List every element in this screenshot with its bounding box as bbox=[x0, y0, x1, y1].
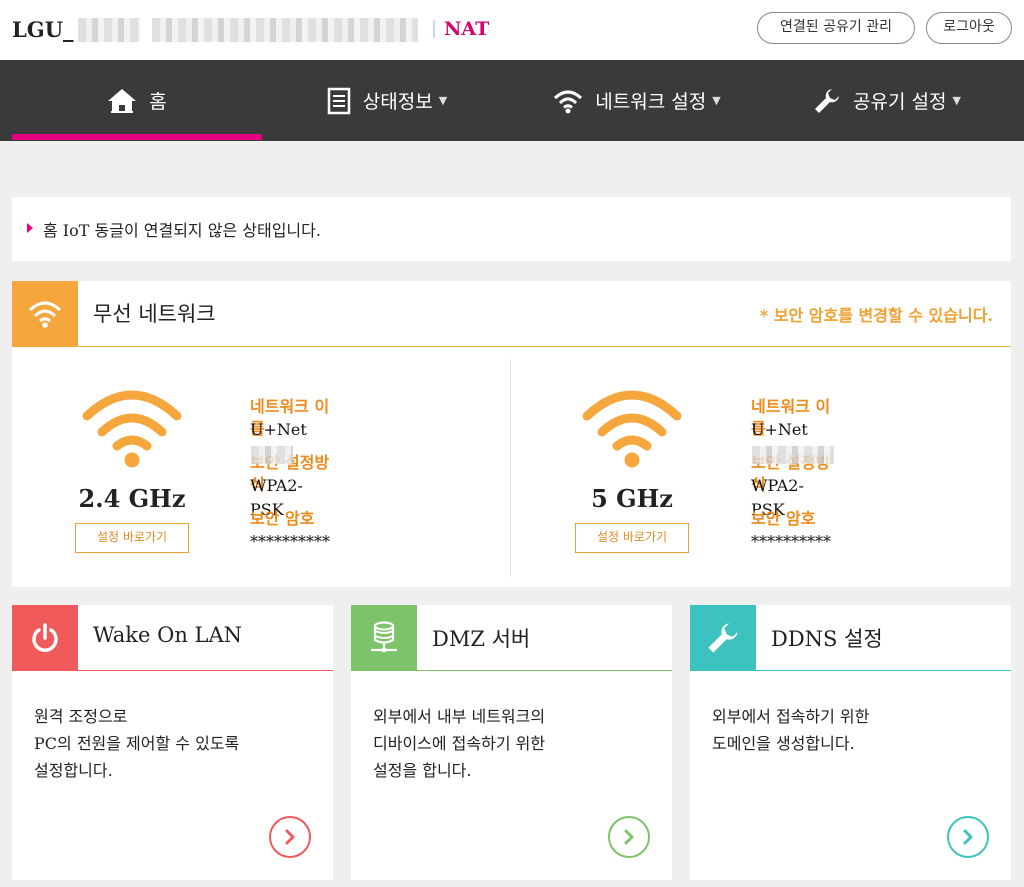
nav-label: 홈 bbox=[149, 91, 167, 113]
network-name-value: U+Net bbox=[250, 418, 330, 464]
wrench-icon bbox=[815, 88, 840, 113]
password-value: ********** bbox=[751, 532, 831, 551]
iot-notice: 홈 IoT 동글이 연결되지 않은 상태입니다. bbox=[12, 197, 1011, 261]
wireless-icon-box bbox=[12, 281, 78, 347]
chevron-right-icon bbox=[624, 829, 634, 845]
card-header: DMZ 서버 bbox=[351, 605, 672, 671]
chevron-right-icon bbox=[285, 829, 295, 845]
card-ddns: DDNS 설정 외부에서 접속하기 위한 도메인을 생성합니다. bbox=[690, 605, 1011, 880]
wireless-panel: 무선 네트워크 * 보안 암호를 변경할 수 있습니다. 2.4 GHz 설정 … bbox=[12, 281, 1011, 587]
nav-item-network[interactable]: 네트워크 설정 ▼ bbox=[512, 60, 762, 141]
card-description: 외부에서 접속하기 위한 도메인을 생성합니다. bbox=[712, 707, 870, 753]
band-divider bbox=[510, 359, 511, 577]
wireless-hint: * 보안 암호를 변경할 수 있습니다. bbox=[759, 306, 993, 325]
band-info: 네트워크 이름 U+Net 보안 설정방식 WPA2-PSK 보안 암호 ***… bbox=[751, 396, 834, 564]
network-name-label: 네트워크 이름 bbox=[751, 397, 831, 438]
card-dmz-server: DMZ 서버 외부에서 내부 네트워크의 디바이스에 접속하기 위한 설정을 합… bbox=[351, 605, 672, 880]
password-label: 보안 암호 bbox=[751, 509, 816, 528]
band-frequency: 5 GHz bbox=[591, 484, 673, 513]
wifi-icon bbox=[554, 90, 583, 113]
card-go-button[interactable] bbox=[608, 816, 650, 858]
card-description: 원격 조정으로 PC의 전원을 제어할 수 있도록 설정합니다. bbox=[34, 707, 240, 780]
card-go-button[interactable] bbox=[947, 816, 989, 858]
card-go-button[interactable] bbox=[269, 816, 311, 858]
home-icon bbox=[108, 88, 137, 113]
main-nav: 홈 상태정보 ▼ 네트워크 설정 ▼ 공유기 설정 ▼ bbox=[0, 60, 1024, 141]
notice-text: 홈 IoT 동글이 연결되지 않은 상태입니다. bbox=[43, 221, 321, 240]
manage-router-button[interactable]: 연결된 공유기 관리 bbox=[757, 12, 915, 44]
card-header: DDNS 설정 bbox=[690, 605, 1011, 671]
network-name-label: 네트워크 이름 bbox=[250, 397, 330, 438]
nav-item-router[interactable]: 공유기 설정 ▼ bbox=[762, 60, 1012, 141]
wifi-icon bbox=[582, 390, 682, 468]
nav-item-status[interactable]: 상태정보 ▼ bbox=[262, 60, 512, 141]
card-title: Wake On LAN bbox=[93, 623, 243, 647]
card-icon-box bbox=[351, 605, 417, 671]
logout-button[interactable]: 로그아웃 bbox=[926, 12, 1012, 44]
chevron-down-icon: ▼ bbox=[952, 94, 961, 107]
password-value: ********** bbox=[250, 532, 330, 551]
redacted-text bbox=[152, 18, 418, 42]
wireless-title: 무선 네트워크 bbox=[93, 302, 216, 326]
card-icon-box bbox=[12, 605, 78, 671]
chevron-right-icon bbox=[963, 829, 973, 845]
nat-mode-label: NAT bbox=[444, 18, 490, 40]
document-icon bbox=[327, 87, 351, 114]
nav-item-home[interactable]: 홈 bbox=[12, 60, 262, 141]
password-label: 보안 암호 bbox=[250, 509, 315, 528]
security-mode-value: WPA2-PSK bbox=[250, 476, 303, 519]
nav-label: 상태정보 bbox=[362, 91, 433, 113]
card-wake-on-lan: Wake On LAN 원격 조정으로 PC의 전원을 제어할 수 있도록 설정… bbox=[12, 605, 333, 880]
header: LGU_ | NAT 연결된 공유기 관리 로그아웃 bbox=[0, 0, 1024, 60]
wifi-icon bbox=[82, 390, 182, 468]
chevron-down-icon: ▼ bbox=[712, 94, 721, 107]
chevron-down-icon: ▼ bbox=[438, 94, 448, 107]
nav-label: 공유기 설정 bbox=[853, 91, 947, 113]
brand-name: LGU_ bbox=[12, 17, 74, 42]
nav-label: 네트워크 설정 bbox=[595, 91, 707, 113]
power-icon bbox=[32, 623, 58, 652]
triangle-bullet-icon bbox=[27, 223, 33, 233]
card-description: 외부에서 내부 네트워크의 디바이스에 접속하기 위한 설정을 합니다. bbox=[373, 707, 546, 780]
card-title: DDNS 설정 bbox=[771, 627, 883, 651]
band-settings-button[interactable]: 설정 바로가기 bbox=[575, 523, 689, 553]
server-icon bbox=[371, 621, 397, 653]
redacted-text bbox=[78, 18, 140, 42]
band-info: 네트워크 이름 U+Net 보안 설정방식 WPA2-PSK 보안 암호 ***… bbox=[250, 396, 330, 564]
wifi-icon bbox=[28, 301, 62, 328]
redacted-text bbox=[752, 446, 834, 464]
band-settings-button[interactable]: 설정 바로가기 bbox=[75, 523, 189, 553]
band-frequency: 2.4 GHz bbox=[78, 484, 186, 513]
card-header: Wake On LAN bbox=[12, 605, 333, 671]
redacted-text bbox=[251, 446, 293, 464]
header-separator: | bbox=[431, 18, 438, 39]
card-icon-box bbox=[690, 605, 756, 671]
network-name-value: U+Net bbox=[751, 418, 834, 464]
security-mode-value: WPA2-PSK bbox=[751, 476, 804, 519]
card-title: DMZ 서버 bbox=[432, 627, 531, 651]
wrench-icon bbox=[708, 623, 738, 653]
wireless-panel-header: 무선 네트워크 * 보안 암호를 변경할 수 있습니다. bbox=[12, 281, 1011, 347]
nav-active-indicator bbox=[12, 134, 262, 140]
